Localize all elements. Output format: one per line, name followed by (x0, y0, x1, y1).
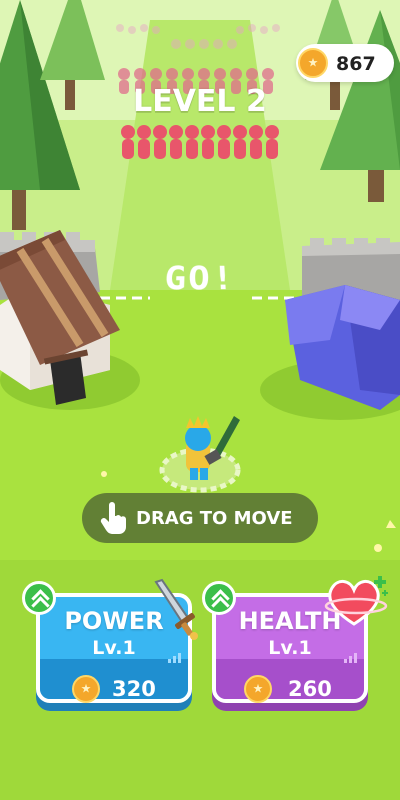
game-stage[interactable]: 867 LEVEL 2 GO! DRAG TO MOVE POWER Lv.1 … (0, 0, 400, 800)
level-label: LEVEL 2 (133, 84, 267, 119)
health-coin-icon (244, 675, 272, 703)
power-price: 320 (112, 677, 156, 701)
heart-icon (324, 576, 388, 626)
signal-bars-icon (344, 653, 357, 663)
coin-icon (298, 48, 328, 78)
health-upgrade-arrow-icon (202, 581, 236, 615)
coin-counter: 867 (296, 44, 394, 82)
coin-count: 867 (336, 53, 376, 75)
signal-bars-icon (168, 653, 181, 663)
power-coin-icon (72, 675, 100, 703)
power-upgrade-arrow-icon (22, 581, 56, 615)
hand-pointer-icon (100, 502, 126, 534)
health-price: 260 (288, 677, 332, 701)
go-ground-text: GO! (162, 260, 238, 298)
drag-to-move-hint: DRAG TO MOVE (82, 493, 318, 543)
drag-to-move-label: DRAG TO MOVE (136, 508, 293, 529)
sword-icon (154, 578, 198, 640)
